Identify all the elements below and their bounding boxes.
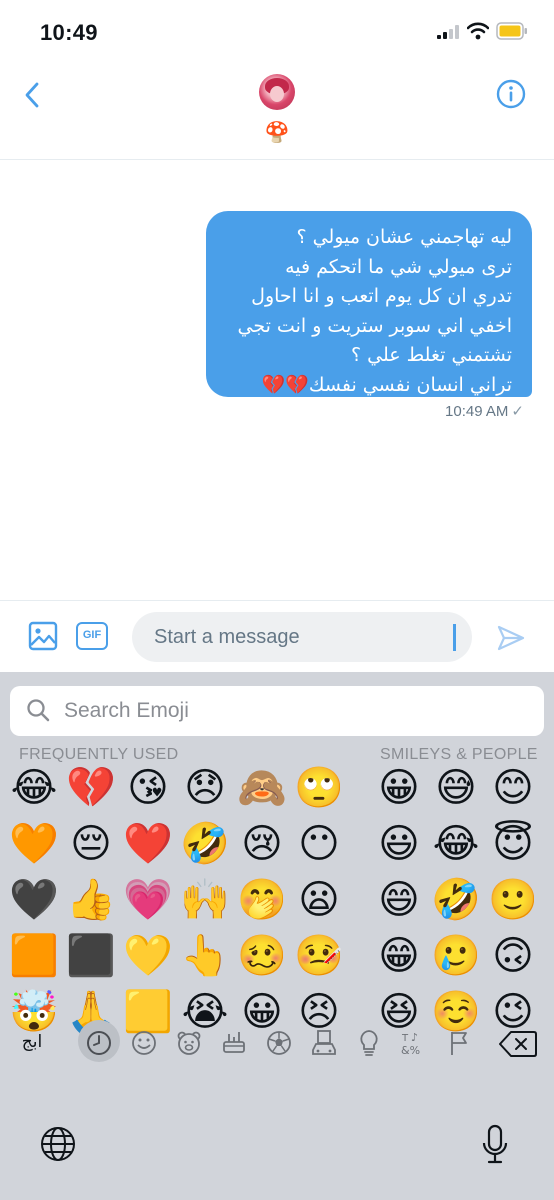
flag-icon[interactable]: [444, 1028, 474, 1058]
emoji-key[interactable]: 🙂: [487, 874, 539, 926]
emoji-key[interactable]: ❤️: [122, 818, 174, 870]
svg-text:T: T: [401, 1033, 409, 1044]
emoji-keyboard: Search Emoji FREQUENTLY USED SMILEYS & P…: [0, 672, 554, 1200]
wifi-icon: [467, 22, 489, 40]
food-icon[interactable]: [219, 1028, 249, 1058]
symbols-icon[interactable]: T ♪ &%: [399, 1028, 429, 1058]
emoji-key[interactable]: 💔: [65, 762, 117, 814]
gif-button[interactable]: GIF: [76, 622, 108, 650]
emoji-key[interactable]: 😞: [179, 762, 231, 814]
emoji-key[interactable]: 🥴: [236, 930, 288, 982]
emoji-key[interactable]: 🙄: [293, 762, 345, 814]
emoji-key[interactable]: 💗: [122, 874, 174, 926]
info-button[interactable]: [496, 79, 526, 109]
send-icon[interactable]: [496, 623, 526, 653]
emoji-key[interactable]: 😃: [373, 818, 425, 870]
smiley-icon[interactable]: [129, 1028, 159, 1058]
emoji-key[interactable]: 😊: [487, 762, 539, 814]
message-line: ترى ميولي شي ما اتحكم فيه: [285, 255, 512, 278]
emoji-key[interactable]: 😘: [122, 762, 174, 814]
emoji-search-placeholder: Search Emoji: [64, 699, 189, 722]
message-time-text: 10:49 AM: [445, 403, 509, 420]
back-button[interactable]: [18, 80, 48, 110]
message-line: اخفي اني سوبر ستريت و انت تجي: [237, 314, 513, 337]
message-line: ليه تهاجمني عشان ميولي ؟: [296, 226, 512, 248]
emoji-key[interactable]: 😂: [8, 762, 60, 814]
emoji-key[interactable]: 😅: [430, 762, 482, 814]
emoji-key[interactable]: 🧡: [8, 818, 60, 870]
emoji-key[interactable]: 🙃: [487, 930, 539, 982]
lightbulb-icon[interactable]: [354, 1028, 384, 1058]
chevron-left-icon: [25, 82, 39, 108]
emoji-key[interactable]: 🖤: [8, 874, 60, 926]
soccer-ball-icon[interactable]: [264, 1028, 294, 1058]
emoji-key[interactable]: 😄: [373, 874, 425, 926]
globe-icon[interactable]: [38, 1124, 78, 1164]
delete-key-icon[interactable]: [498, 1030, 538, 1058]
battery-icon: [496, 22, 527, 40]
emoji-key[interactable]: 🤣: [179, 818, 231, 870]
bear-icon[interactable]: [174, 1028, 204, 1058]
message-line: تدري ان كل يوم اتعب و انا احاول: [251, 285, 512, 307]
sent-check-icon: ✓: [511, 403, 524, 420]
search-icon: [27, 699, 50, 722]
status-time: 10:49: [40, 20, 98, 45]
emoji-key[interactable]: 🙌: [179, 874, 231, 926]
image-icon[interactable]: [28, 621, 58, 651]
emoji-key[interactable]: 😦: [293, 874, 345, 926]
emoji-key[interactable]: 🟧: [8, 930, 60, 982]
microphone-icon[interactable]: [480, 1124, 510, 1166]
emoji-key[interactable]: 🤭: [236, 874, 288, 926]
emoji-key[interactable]: 😇: [487, 818, 539, 870]
contact-avatar[interactable]: [259, 74, 295, 110]
emoji-key[interactable]: 😔: [65, 818, 117, 870]
text-caret: [453, 624, 456, 651]
emoji-key[interactable]: 🙈: [236, 762, 288, 814]
emoji-key[interactable]: 😂: [430, 818, 482, 870]
emoji-key[interactable]: 👍: [65, 874, 117, 926]
emoji-key[interactable]: 🤒: [293, 930, 345, 982]
sent-message-bubble[interactable]: ليه تهاجمني عشان ميولي ؟ ترى ميولي شي ما…: [206, 211, 532, 397]
emoji-key[interactable]: 🤣: [430, 874, 482, 926]
message-input[interactable]: Start a message: [132, 612, 472, 662]
cellular-signal-icon: [437, 25, 459, 39]
emoji-key[interactable]: 😁: [373, 930, 425, 982]
status-bar: 10:49: [0, 0, 554, 64]
emoji-key[interactable]: 😢: [236, 818, 288, 870]
contact-name[interactable]: 🍄: [0, 120, 554, 145]
emoji-search-field[interactable]: Search Emoji: [10, 686, 544, 736]
emoji-key[interactable]: 😀: [373, 762, 425, 814]
emoji-key[interactable]: 😶: [293, 818, 345, 870]
message-line: تشتمني تغلط علي ؟: [351, 344, 512, 366]
emoji-category-bar: ابج T ♪ &%: [0, 1014, 554, 1072]
emoji-key[interactable]: 💛: [122, 930, 174, 982]
svg-text:♪: ♪: [411, 1031, 418, 1044]
clock-icon[interactable]: [84, 1028, 114, 1058]
message-timestamp: 10:49 AM ✓: [445, 402, 524, 420]
emoji-key[interactable]: 👆: [179, 930, 231, 982]
chat-header: 🍄: [0, 64, 554, 160]
message-composer: GIF Start a message: [0, 600, 554, 672]
emoji-key[interactable]: ⬛: [65, 930, 117, 982]
svg-text:&%: &%: [401, 1044, 420, 1057]
abc-keyboard-button[interactable]: ابج: [12, 1032, 52, 1052]
emoji-key[interactable]: 🥲: [430, 930, 482, 982]
car-building-icon[interactable]: [309, 1028, 339, 1058]
message-line: تراني انسان نفسي نفسك💔💔: [261, 373, 512, 396]
